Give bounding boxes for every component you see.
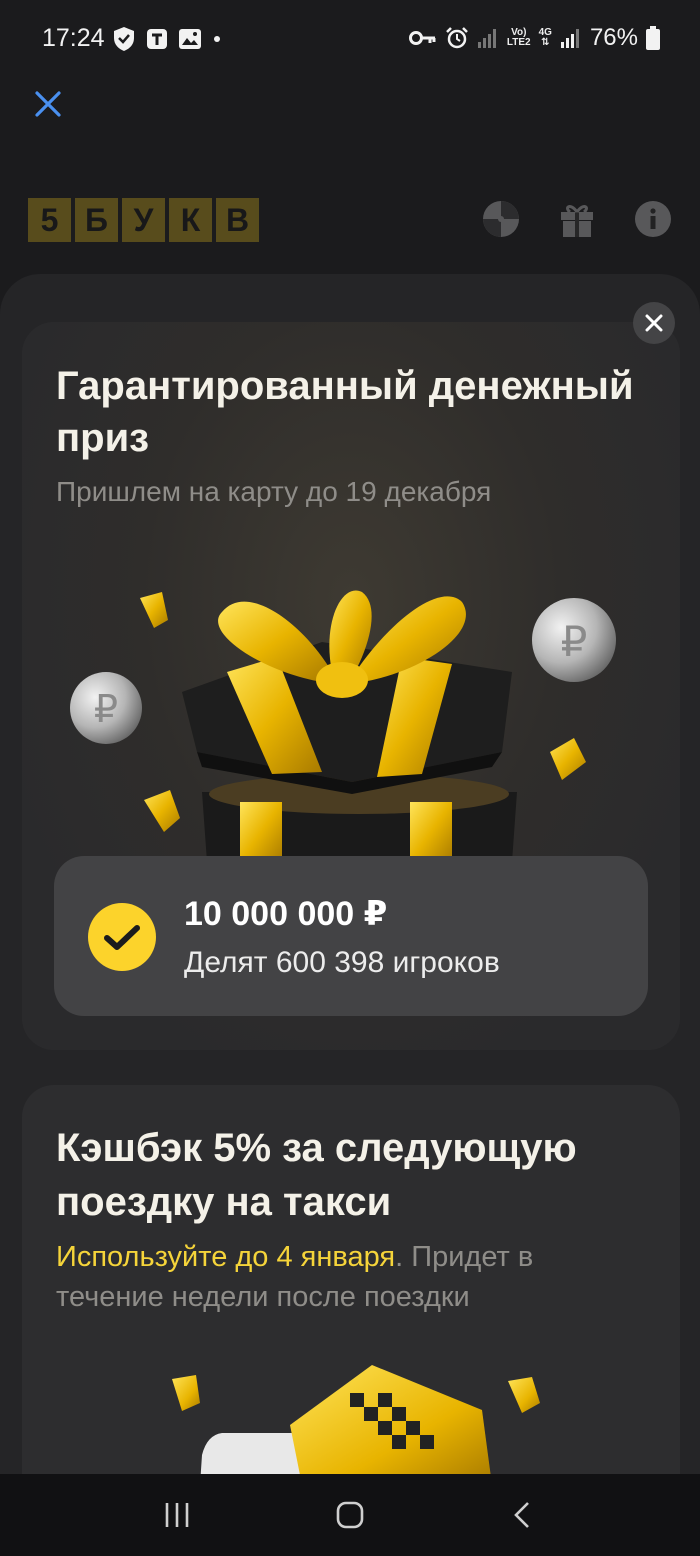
back-icon bbox=[514, 1502, 530, 1528]
close-icon[interactable] bbox=[32, 88, 64, 120]
gift-illustration: ₽ ₽ bbox=[70, 590, 616, 862]
prize-players: Делят 600 398 игроков bbox=[184, 946, 500, 979]
signal-icon bbox=[560, 29, 579, 48]
cashback-deadline: Используйте до 4 января bbox=[56, 1241, 396, 1273]
checkmark-icon bbox=[104, 925, 140, 950]
close-icon bbox=[645, 314, 663, 332]
svg-text:₽: ₽ bbox=[94, 687, 118, 731]
prize-subtitle: Пришлем на карту до 19 декабря bbox=[56, 476, 492, 507]
app-logo: 5 Б У К В bbox=[28, 198, 259, 242]
taxi-illustration bbox=[172, 1365, 540, 1485]
status-bar: 17:24 Vo) LTE2 4G ⇅ 76% bbox=[0, 0, 700, 80]
logo-letter: У bbox=[122, 198, 165, 242]
t-app-icon bbox=[147, 29, 167, 49]
check-badge bbox=[88, 903, 156, 971]
cashback-card[interactable]: Кэшбэк 5% за следующую поездку на такси … bbox=[22, 1085, 680, 1485]
svg-text:₽: ₽ bbox=[561, 617, 588, 666]
signal-icon bbox=[477, 29, 496, 48]
key-icon bbox=[408, 31, 436, 45]
sheet-close-button[interactable] bbox=[633, 302, 675, 344]
alarm-icon bbox=[446, 27, 468, 49]
shield-icon bbox=[114, 27, 134, 51]
logo-letter: К bbox=[169, 198, 212, 242]
prize-amount: 10 000 000 ₽ bbox=[184, 895, 388, 933]
prize-summary: 10 000 000 ₽ Делят 600 398 игроков bbox=[54, 856, 648, 1016]
cashback-title: Кэшбэк 5% за следующую поездку на такси bbox=[56, 1126, 577, 1224]
gen-label: 4G ⇅ bbox=[538, 27, 552, 48]
header-actions bbox=[482, 200, 672, 238]
info-icon[interactable] bbox=[634, 200, 672, 238]
recent-apps-button[interactable] bbox=[147, 1490, 207, 1540]
home-icon bbox=[336, 1501, 364, 1529]
gift-icon[interactable] bbox=[558, 200, 596, 238]
wheel-icon[interactable] bbox=[482, 200, 520, 238]
battery-icon bbox=[646, 26, 660, 50]
cashback-subtitle: Используйте до 4 января. Придет в течени… bbox=[56, 1237, 616, 1317]
logo-letter: Б bbox=[75, 198, 118, 242]
system-navbar bbox=[0, 1474, 700, 1556]
image-icon bbox=[179, 29, 201, 49]
logo-letter: 5 bbox=[28, 198, 71, 242]
prize-card: Гарантированный денежный приз Пришлем на… bbox=[22, 322, 680, 1050]
dot-icon bbox=[214, 36, 220, 42]
recent-apps-icon bbox=[165, 1503, 188, 1527]
status-time: 17:24 bbox=[42, 24, 105, 52]
home-button[interactable] bbox=[320, 1490, 380, 1540]
logo-letter: В bbox=[216, 198, 259, 242]
network-label: Vo) LTE2 bbox=[506, 27, 531, 48]
back-button[interactable] bbox=[493, 1490, 553, 1540]
prize-title: Гарантированный денежный приз bbox=[56, 364, 634, 460]
battery-percent: 76% bbox=[589, 24, 638, 51]
